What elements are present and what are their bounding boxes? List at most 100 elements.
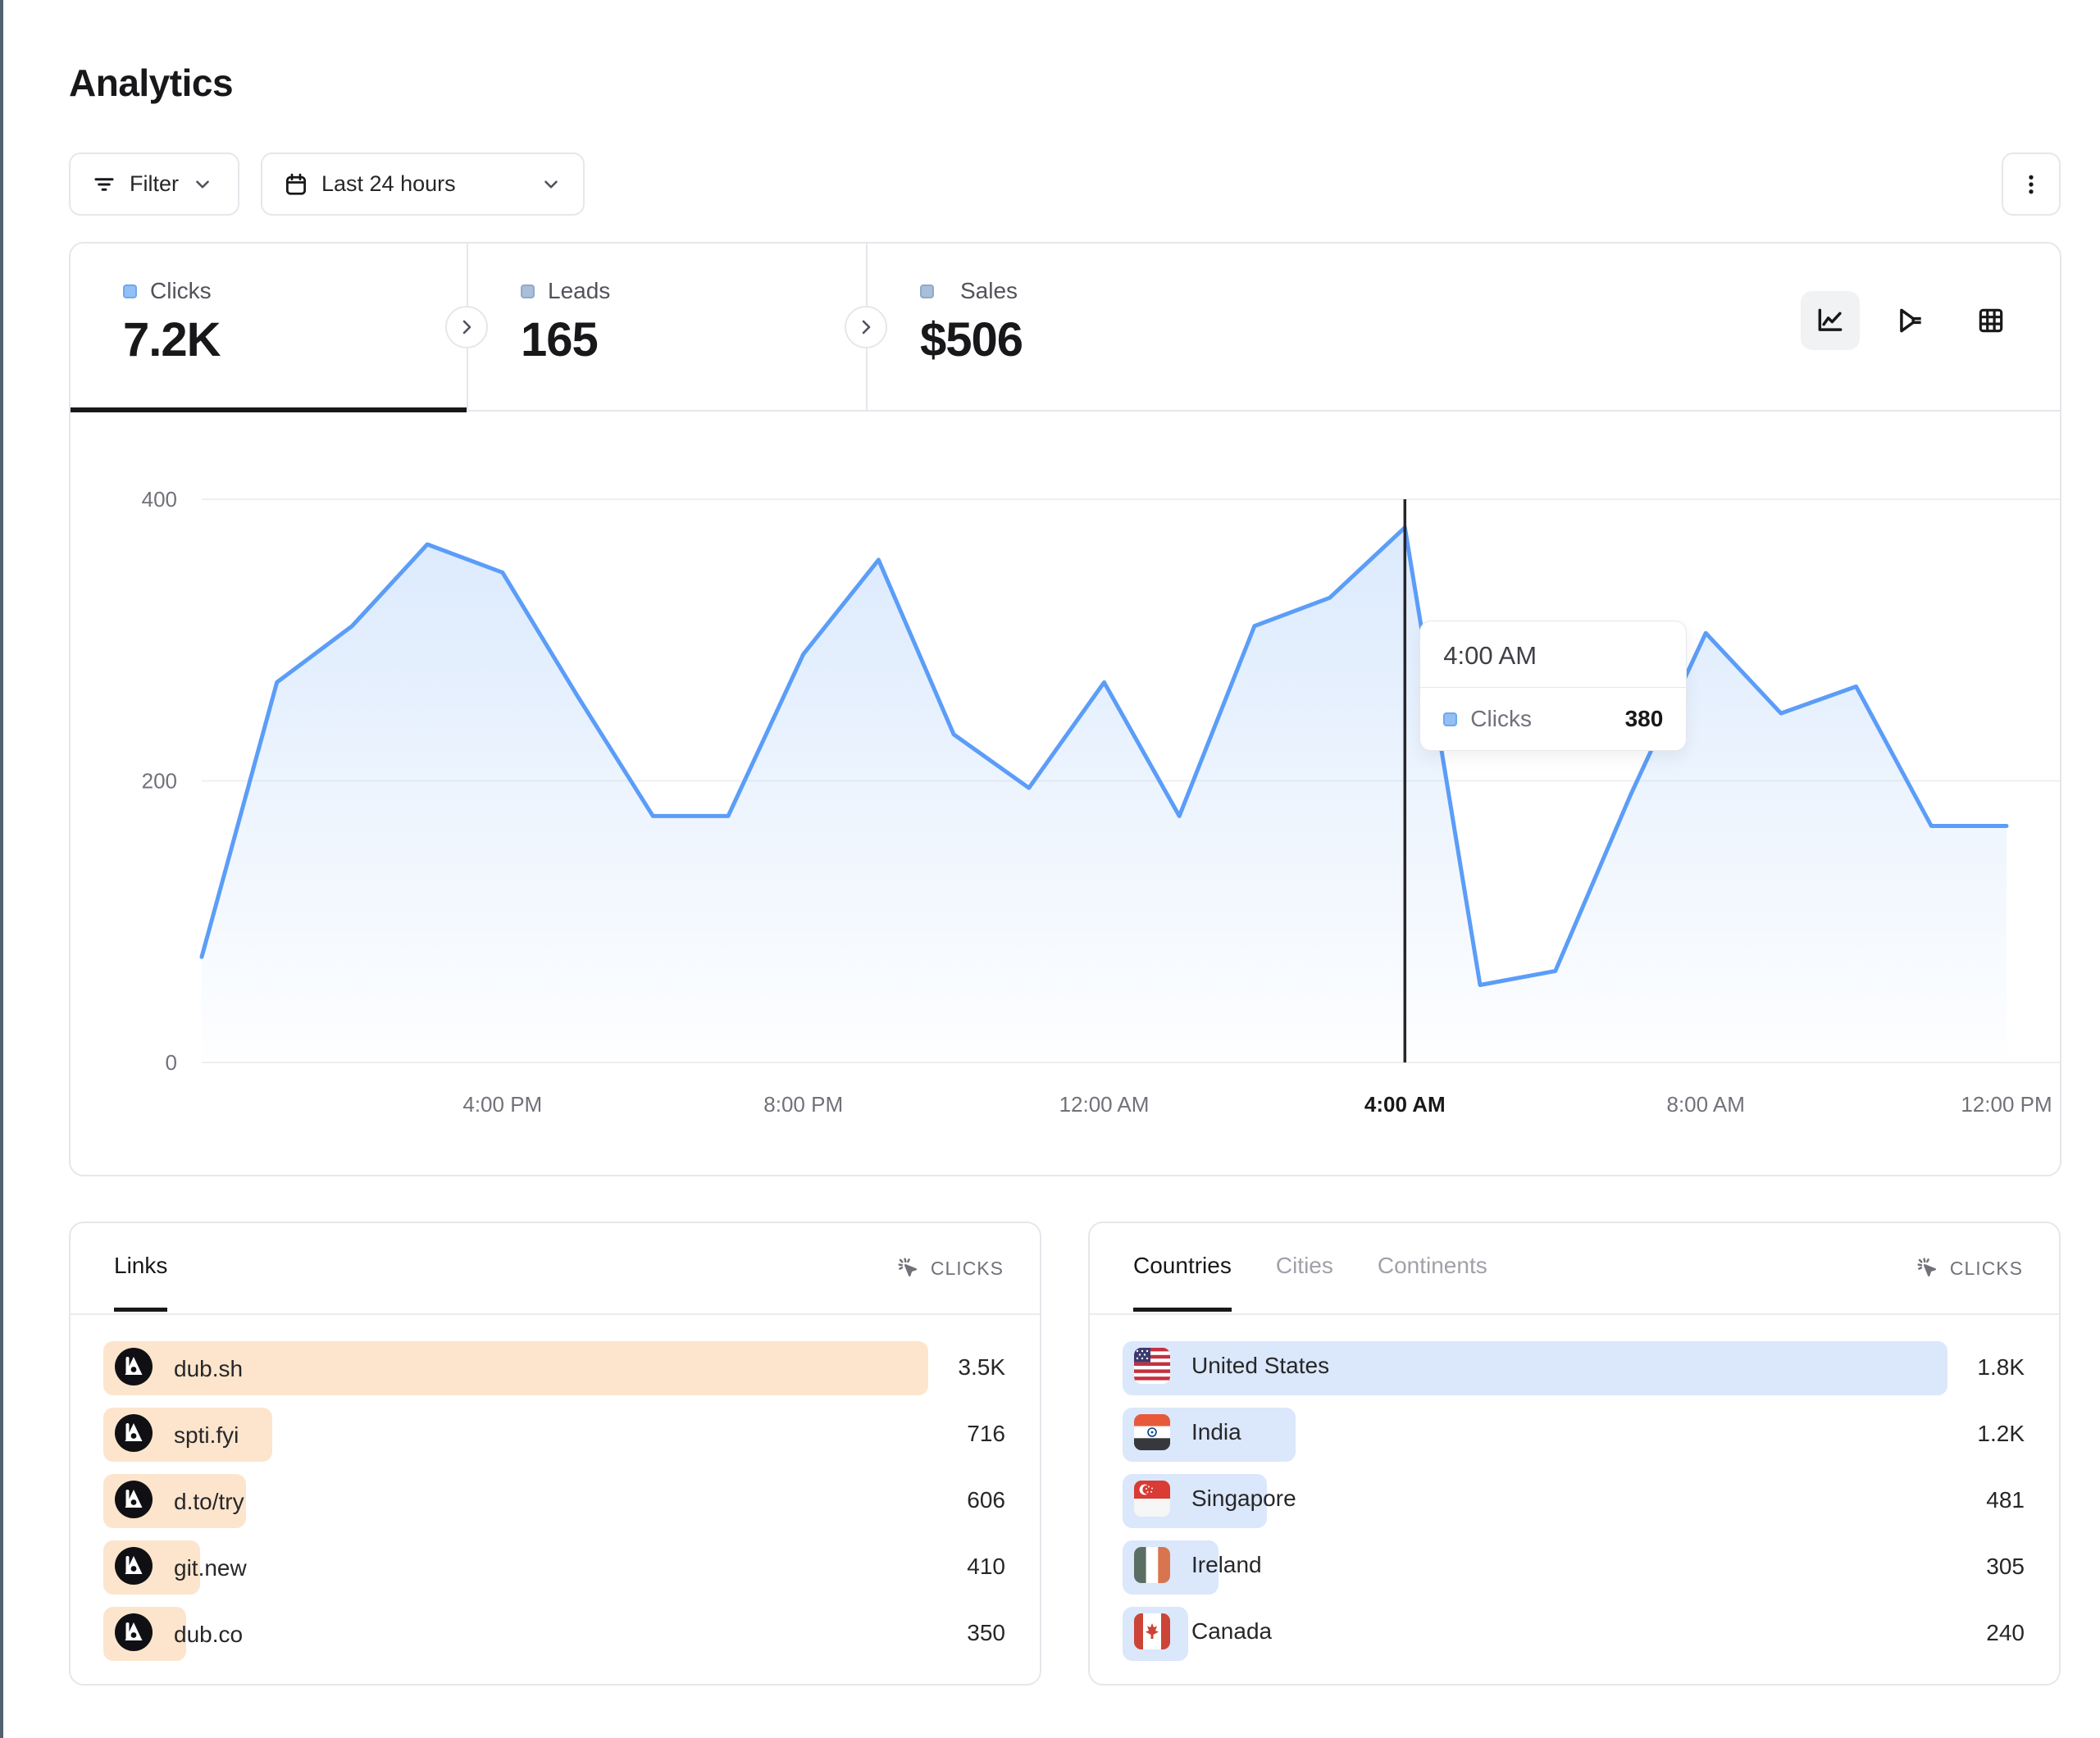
list-item[interactable]: d.to/try 606 [103, 1471, 1007, 1537]
cursor-click-icon [896, 1256, 921, 1281]
flag-icon-ca [1134, 1613, 1170, 1649]
tab-cities[interactable]: Cities [1276, 1253, 1333, 1310]
item-value: 350 [967, 1620, 1005, 1646]
countries-metric-selector[interactable]: CLICKS [1916, 1256, 2023, 1281]
tab-continents[interactable]: Continents [1378, 1253, 1487, 1310]
stat-value: 7.2K [123, 312, 221, 367]
clicks-legend-swatch [123, 284, 137, 298]
filter-button[interactable]: Filter [69, 152, 239, 216]
metric-label: CLICKS [931, 1258, 1004, 1280]
chart-view-switcher [1801, 291, 2020, 350]
countries-panel-header: Countries Cities Continents CLICKS [1090, 1223, 2059, 1315]
item-label: Canada [1191, 1618, 1272, 1645]
more-options-button[interactable] [2002, 152, 2061, 216]
clicks-legend-swatch [1443, 712, 1457, 726]
stat-label: Leads [548, 278, 610, 304]
expand-sales-button[interactable] [845, 306, 887, 348]
y-axis-tick: 200 [142, 769, 177, 794]
funnel-view-button[interactable] [1881, 291, 1940, 350]
item-value: 1.8K [1977, 1354, 2025, 1381]
leads-legend-swatch [521, 284, 535, 298]
links-panel-header: Links CLICKS [71, 1223, 1040, 1315]
links-list: dub.sh 3.5K spti.fyi 716 d.to/try 606 git.new 4… [103, 1338, 1007, 1670]
tab-sales[interactable]: Sales $506 [868, 243, 1278, 410]
item-value: 716 [967, 1421, 1005, 1447]
area-fill [202, 527, 2007, 1062]
list-item[interactable]: spti.fyi 716 [103, 1404, 1007, 1471]
list-item[interactable]: Canada 240 [1123, 1604, 2026, 1670]
x-axis-tick: 12:00 PM [1961, 1092, 2052, 1117]
calendar-icon [284, 172, 308, 197]
date-range-label: Last 24 hours [321, 171, 456, 197]
chart-tooltip: 4:00 AM Clicks 380 [1419, 621, 1687, 751]
cursor-click-icon [1916, 1256, 1940, 1281]
link-favicon [115, 1481, 153, 1522]
tab-clicks[interactable]: Clicks 7.2K [71, 243, 467, 410]
item-value: 606 [967, 1487, 1005, 1513]
list-item[interactable]: dub.co 350 [103, 1604, 1007, 1670]
tab-countries[interactable]: Countries [1133, 1253, 1232, 1310]
active-tab-underline [71, 407, 467, 412]
date-range-button[interactable]: Last 24 hours [261, 152, 585, 216]
item-label: dub.sh [174, 1356, 243, 1382]
kebab-menu-icon [2019, 172, 2043, 197]
list-item[interactable]: Singapore 481 [1123, 1471, 2026, 1537]
item-value: 305 [1986, 1554, 2025, 1580]
item-value: 3.5K [958, 1354, 1005, 1381]
item-label: Ireland [1191, 1552, 1262, 1578]
item-value: 240 [1986, 1620, 2025, 1646]
filter-icon [92, 172, 116, 197]
link-favicon [115, 1414, 153, 1456]
countries-list: United States 1.8K India 1.2K Singapore 481 Ir… [1123, 1338, 2026, 1670]
tooltip-value: 380 [1625, 706, 1664, 732]
list-item[interactable]: Ireland 305 [1123, 1537, 2026, 1604]
list-item[interactable]: dub.sh 3.5K [103, 1338, 1007, 1404]
flag-icon-us [1134, 1348, 1170, 1384]
item-value: 1.2K [1977, 1421, 2025, 1447]
item-label: spti.fyi [174, 1422, 239, 1449]
links-metric-selector[interactable]: CLICKS [896, 1256, 1004, 1281]
x-axis-tick: 8:00 PM [763, 1092, 843, 1117]
link-favicon [115, 1613, 153, 1655]
y-axis-tick: 400 [142, 487, 177, 512]
line-chart-view-button[interactable] [1801, 291, 1860, 350]
flag-icon-ie [1134, 1547, 1170, 1583]
item-value: 481 [1986, 1487, 2025, 1513]
x-axis-tick: 4:00 PM [462, 1092, 542, 1117]
flag-icon-in [1134, 1414, 1170, 1450]
list-item[interactable]: United States 1.8K [1123, 1338, 2026, 1404]
window-edge-strip [0, 0, 3, 1738]
stat-label: Sales [960, 278, 1018, 304]
item-label: United States [1191, 1353, 1329, 1379]
analytics-card: Clicks 7.2K Leads 165 Sales $506 [69, 242, 2061, 1176]
tab-leads[interactable]: Leads 165 [468, 243, 866, 410]
tooltip-series-label: Clicks [1470, 706, 1532, 732]
x-axis-tick: 12:00 AM [1059, 1092, 1150, 1117]
chevron-down-icon [540, 174, 562, 195]
clicks-chart[interactable]: 0200400 4:00 PM8:00 PM12:00 AM4:00 AM8:0… [71, 412, 2060, 1174]
list-item[interactable]: git.new 410 [103, 1537, 1007, 1604]
table-view-button[interactable] [1961, 291, 2020, 350]
chevron-down-icon [192, 174, 213, 195]
expand-leads-button[interactable] [445, 306, 488, 348]
tooltip-time: 4:00 AM [1420, 621, 1686, 687]
item-label: d.to/try [174, 1489, 244, 1515]
sales-legend-swatch [920, 284, 934, 298]
page-title: Analytics [69, 61, 233, 105]
stat-value: 165 [521, 312, 598, 367]
stat-value: $506 [920, 312, 1023, 367]
list-item[interactable]: India 1.2K [1123, 1404, 2026, 1471]
link-favicon [115, 1348, 153, 1390]
tab-links[interactable]: Links [114, 1253, 167, 1310]
item-label: dub.co [174, 1622, 243, 1648]
item-label: Singapore [1191, 1485, 1296, 1512]
countries-panel: Countries Cities Continents CLICKS Unite… [1088, 1222, 2061, 1686]
item-value: 410 [967, 1554, 1005, 1580]
filter-button-label: Filter [130, 171, 179, 197]
x-axis-tick: 8:00 AM [1666, 1092, 1744, 1117]
item-label: git.new [174, 1555, 247, 1581]
item-label: India [1191, 1419, 1241, 1445]
stat-label: Clicks [150, 278, 212, 304]
x-axis-tick: 4:00 AM [1364, 1092, 1446, 1117]
link-favicon [115, 1547, 153, 1589]
